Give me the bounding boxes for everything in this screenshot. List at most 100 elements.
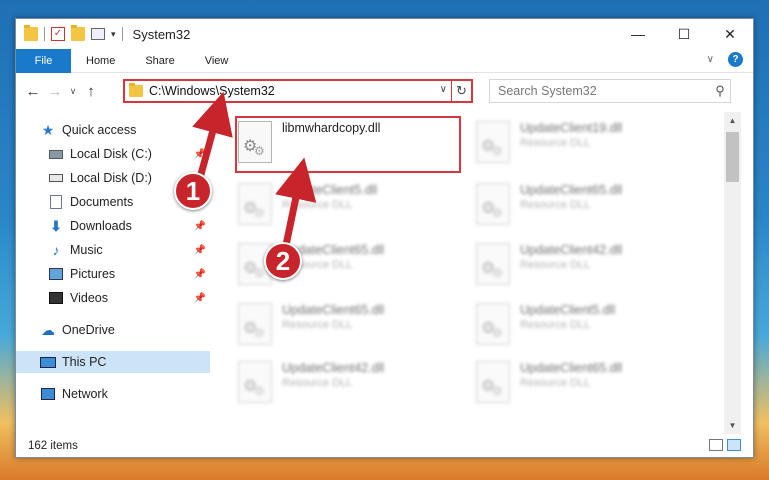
scroll-down-icon[interactable]: ▼	[724, 417, 741, 434]
status-bar: 162 items	[16, 435, 753, 457]
file-type: Resource DLL	[520, 319, 591, 331]
file-item[interactable]: ⚙ ⚙ UpdateClient65.dll Resource DLL	[228, 297, 448, 353]
dll-file-icon: ⚙ ⚙	[238, 183, 272, 225]
file-type: Resource DLL	[520, 377, 591, 389]
scroll-thumb[interactable]	[726, 132, 739, 182]
quick-access-toolbar: ✓ ▾	[16, 25, 123, 41]
tab-file[interactable]: File	[16, 48, 71, 73]
sidebar-item-label: Quick access	[62, 123, 137, 137]
expand-ribbon-icon[interactable]: ∨	[707, 54, 714, 65]
file-item[interactable]: ⚙ ⚙ UpdateClient65.dll Resource DLL	[466, 177, 686, 233]
tab-home[interactable]: Home	[71, 49, 130, 73]
recent-locations-icon[interactable]: ∨	[66, 86, 80, 97]
dll-file-icon: ⚙ ⚙	[238, 303, 272, 345]
tab-view[interactable]: View	[190, 49, 244, 73]
maximize-button[interactable]: ☐	[661, 19, 707, 49]
folder-icon	[129, 83, 143, 97]
toolbar-divider	[121, 27, 123, 41]
forward-icon[interactable]: →	[44, 83, 66, 100]
sidebar-item-downloads[interactable]: ⬇ Downloads 📌	[16, 215, 210, 237]
file-type: Resource DLL	[520, 199, 591, 211]
sidebar-item-label: Videos	[70, 291, 108, 305]
help-icon[interactable]: ?	[728, 52, 743, 67]
vertical-scrollbar[interactable]: ▲ ▼	[724, 112, 741, 434]
file-item[interactable]: ⚙ ⚙ UpdateClient5.dll Resource DLL	[466, 297, 686, 353]
sidebar-item-label: Pictures	[70, 267, 116, 281]
dll-file-icon: ⚙ ⚙	[238, 361, 272, 403]
pictures-icon	[48, 267, 64, 281]
file-name: UpdateClient42.dll	[520, 243, 623, 257]
file-item[interactable]: ⚙ ⚙ UpdateClient42.dll Resource DLL	[228, 355, 448, 411]
search-input[interactable]: Search System32 ⚲	[489, 79, 731, 103]
sidebar-item-label: Downloads	[70, 219, 132, 233]
disk-icon	[48, 171, 64, 185]
large-icons-view-icon[interactable]	[727, 439, 741, 451]
sidebar-item-label: Local Disk (C:)	[70, 147, 152, 161]
sidebar-item-music[interactable]: ♪ Music 📌	[16, 239, 210, 261]
file-type: Resource DLL	[282, 377, 353, 389]
sidebar-item-videos[interactable]: Videos 📌	[16, 287, 210, 309]
file-name: UpdateClient65.dll	[282, 303, 385, 317]
sidebar-item-quick-access[interactable]: ★ Quick access	[16, 119, 210, 141]
sidebar-item-network[interactable]: Network	[16, 383, 210, 405]
sidebar-item-label: Documents	[70, 195, 134, 209]
file-item[interactable]: ⚙ ⚙ UpdateClient5.dll Resource DLL	[228, 177, 448, 233]
pin-icon[interactable]: 📌	[194, 221, 206, 232]
back-icon[interactable]: ←	[22, 83, 44, 100]
address-path[interactable]: C:\Windows\System32	[149, 84, 275, 98]
refresh-icon[interactable]: ↻	[451, 81, 471, 101]
documents-icon	[48, 195, 64, 209]
ribbon-controls: ∨ ?	[707, 52, 743, 67]
pin-icon[interactable]: 📌	[194, 269, 206, 280]
file-name: UpdateClient5.dll	[520, 303, 616, 317]
dll-file-icon: ⚙ ⚙	[476, 243, 510, 285]
network-icon	[40, 387, 56, 401]
folder-icon	[24, 25, 38, 41]
pin-icon[interactable]: 📌	[194, 245, 206, 256]
new-folder-icon[interactable]	[71, 25, 85, 41]
scroll-up-icon[interactable]: ▲	[724, 112, 741, 129]
file-type: Resource DLL	[520, 259, 591, 271]
pin-icon[interactable]: 📌	[194, 149, 206, 160]
step-1-badge: 1	[174, 172, 212, 210]
disk-icon	[48, 147, 64, 161]
music-icon: ♪	[52, 242, 60, 258]
sidebar-item-onedrive[interactable]: ☁ OneDrive	[16, 319, 210, 341]
sidebar-item-pictures[interactable]: Pictures 📌	[16, 263, 210, 285]
file-highlight-box	[235, 116, 461, 173]
close-button[interactable]: ✕	[707, 19, 753, 49]
file-item[interactable]: ⚙ ⚙ UpdateClient19.dll Resource DLL	[466, 115, 686, 171]
address-bar[interactable]: C:\Windows\System32 ∨ ↻	[123, 79, 473, 103]
up-icon[interactable]: ↑	[80, 83, 102, 100]
step-2-badge: 2	[264, 242, 302, 280]
star-icon: ★	[41, 121, 55, 138]
file-type: Resource DLL	[282, 319, 353, 331]
sidebar-item-local-disk-c[interactable]: Local Disk (C:) 📌	[16, 143, 210, 165]
file-explorer-window: ✓ ▾ System32 — ☐ ✕ File Home Share View …	[15, 18, 754, 458]
downloads-icon: ⬇	[50, 217, 62, 234]
search-placeholder[interactable]: Search System32	[498, 84, 710, 98]
dll-file-icon: ⚙ ⚙	[476, 303, 510, 345]
dll-file-icon: ⚙ ⚙	[476, 183, 510, 225]
properties-check-icon[interactable]: ✓	[51, 27, 65, 41]
file-item[interactable]: ⚙ ⚙ UpdateClient65.dll Resource DLL	[466, 355, 686, 411]
customize-toolbar-icon[interactable]	[91, 28, 105, 40]
details-view-icon[interactable]	[709, 439, 723, 451]
minimize-button[interactable]: —	[615, 19, 661, 49]
search-icon[interactable]: ⚲	[710, 83, 730, 99]
this-pc-icon	[40, 355, 56, 369]
pin-icon[interactable]: 📌	[194, 293, 206, 304]
address-dropdown-icon[interactable]: ∨	[440, 84, 447, 95]
toolbar-divider	[44, 27, 45, 41]
title-bar: ✓ ▾ System32 — ☐ ✕	[16, 19, 753, 49]
sidebar-item-label: Local Disk (D:)	[70, 171, 152, 185]
tab-share[interactable]: Share	[130, 49, 189, 73]
ribbon-tabs: File Home Share View ∨ ?	[16, 48, 753, 73]
file-item[interactable]: ⚙ ⚙ UpdateClient65.dll Resource DLL	[228, 237, 448, 293]
view-toggle	[709, 439, 741, 451]
sidebar-item-this-pc[interactable]: This PC	[16, 351, 210, 373]
file-name: UpdateClient5.dll	[282, 183, 378, 197]
file-item[interactable]: ⚙ ⚙ UpdateClient42.dll Resource DLL	[466, 237, 686, 293]
toolbar-dropdown-icon[interactable]: ▾	[111, 29, 116, 40]
sidebar-item-label: OneDrive	[62, 323, 115, 337]
